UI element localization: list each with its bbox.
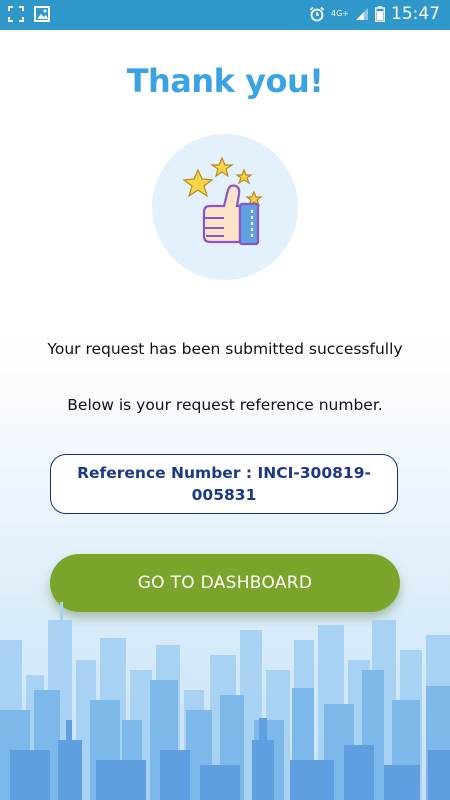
reference-number-box: Reference Number : INCI-300819-005831 <box>50 454 398 514</box>
screenshot-icon <box>8 6 24 22</box>
hero-circle <box>152 134 298 280</box>
alarm-icon <box>309 6 325 22</box>
thumbs-up-stars-icon <box>182 156 263 246</box>
status-time: 15:47 <box>391 4 440 24</box>
star-icon <box>182 168 214 198</box>
success-message: Your request has been submitted successf… <box>47 340 403 358</box>
reference-message: Below is your request reference number. <box>67 396 383 414</box>
network-type: 4G+ <box>331 9 349 18</box>
signal-icon <box>356 8 368 20</box>
battery-icon <box>375 6 385 22</box>
status-left <box>8 6 50 22</box>
image-icon <box>34 6 50 22</box>
star-icon <box>235 168 253 185</box>
reference-number: Reference Number : INCI-300819-005831 <box>77 464 371 504</box>
city-skyline-illustration <box>0 602 450 800</box>
status-right: 4G+ 15:47 <box>309 4 440 24</box>
star-icon <box>210 156 234 178</box>
status-bar: 4G+ 15:47 <box>0 0 450 30</box>
page-title: Thank you! <box>126 62 324 100</box>
